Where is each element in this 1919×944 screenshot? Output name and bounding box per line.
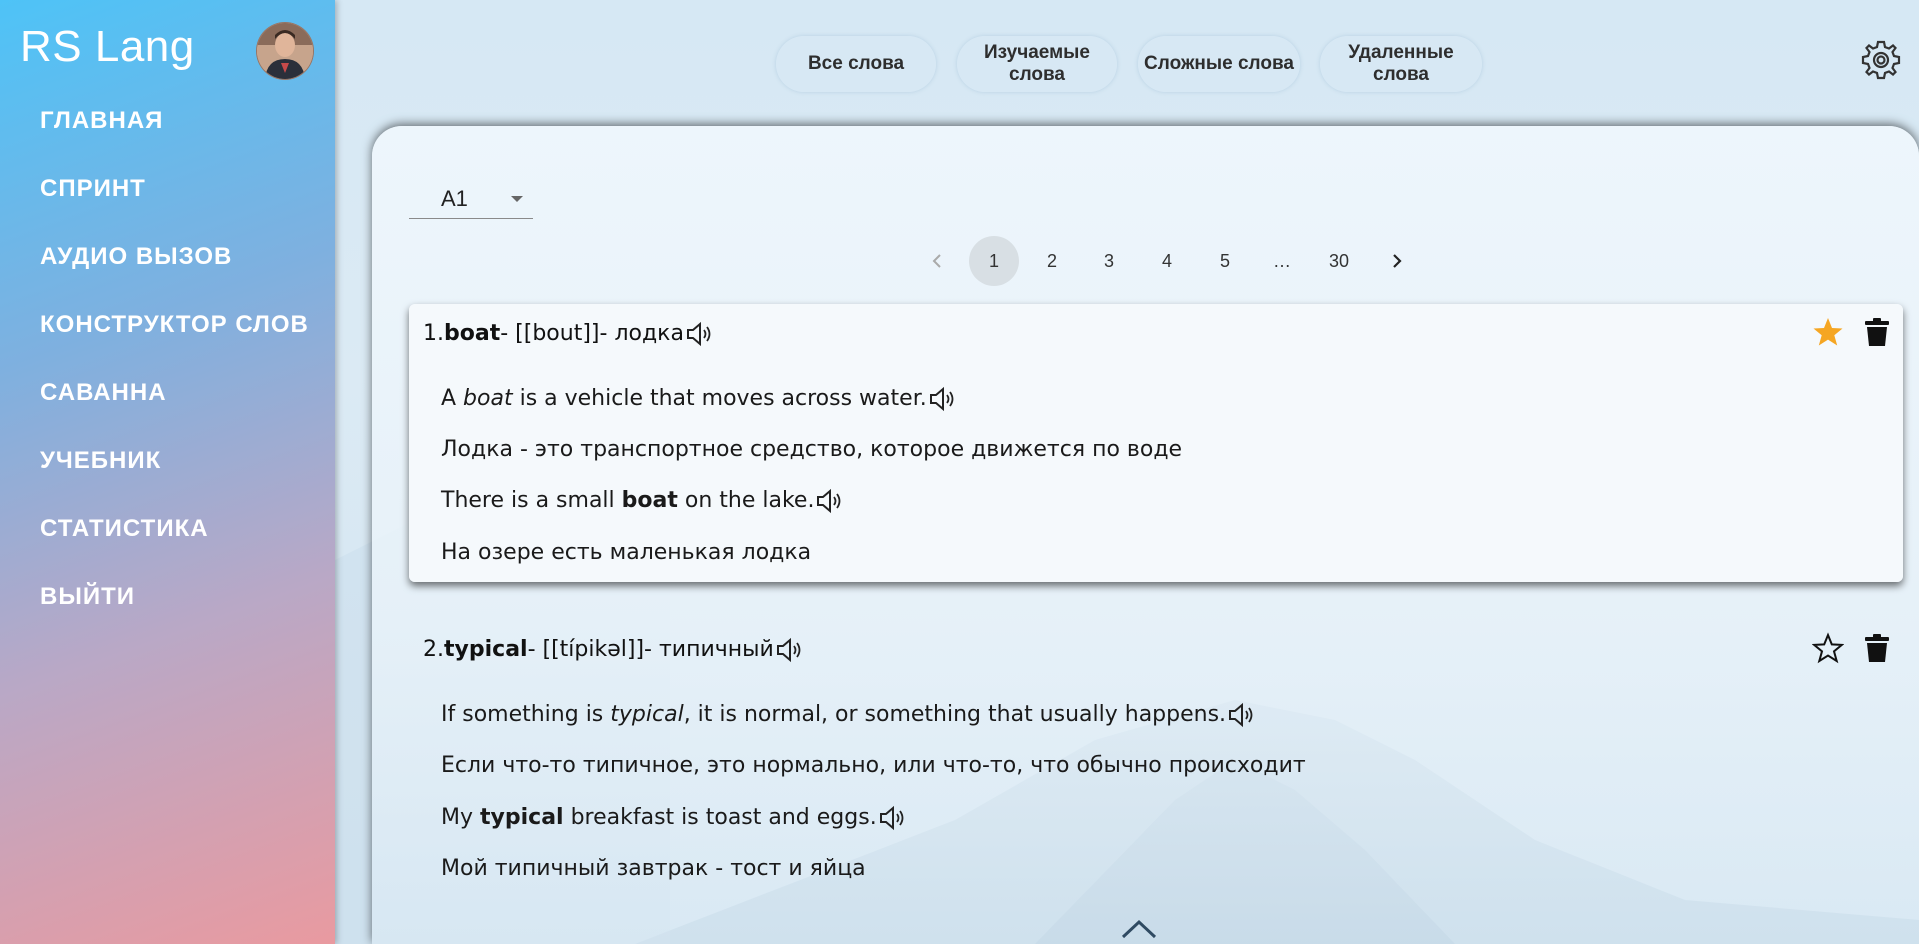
pagination-page-2[interactable]: 2 [1027,236,1077,286]
tab-all-words[interactable]: Все слова [776,36,936,92]
meaning-word: boat [463,386,513,411]
word-transcription: - [[bout]]- [500,321,615,346]
tab-learning-words[interactable]: Изучаемые слова [957,36,1117,92]
pagination-ellipsis: … [1273,250,1291,271]
meaning-word: typical [610,702,684,727]
word-card: 2.typical- [[típikəl]]- типичный If some… [409,620,1903,944]
word-meaning: If something is typical, it is normal, o… [441,702,1255,728]
meaning-text-post: is a vehicle that moves across water. [512,386,927,411]
example-text-post: on the lake. [677,488,815,513]
meaning-audio-speaker-icon[interactable] [1227,702,1255,728]
sidebar-nav: ГЛАВНАЯ СПРИНТ АУДИО ВЫЗОВ КОНСТРУКТОР С… [0,98,335,642]
meaning-text-pre: If something is [441,702,611,727]
word-audio-speaker-icon[interactable] [775,637,803,663]
chevron-right-icon [1393,254,1402,268]
word-text: boat [444,321,501,346]
scroll-up-chevron-icon[interactable] [1120,918,1158,940]
meaning-text-post: , it is normal, or something that usuall… [683,702,1227,727]
word-translation: типичный [658,637,774,662]
meaning-audio-speaker-icon[interactable] [928,386,956,412]
word-transcription: - [[típikəl]]- [527,637,659,662]
word-meaning: A boat is a vehicle that moves across wa… [441,386,956,412]
tab-difficult-words[interactable]: Сложные слова [1138,36,1300,92]
word-example: My typical breakfast is toast and eggs. [441,805,906,831]
sidebar-item-sprint[interactable]: СПРИНТ [0,166,335,234]
level-select-value: A1 [441,186,468,211]
sidebar-item-main[interactable]: ГЛАВНАЯ [0,98,335,166]
words-panel: A1 1 2 3 4 5 … 30 1.boat- [[bout]]- лодк… [372,126,1919,944]
sidebar: RS Lang ГЛАВНАЯ СПРИНТ АУДИО ВЫЗОВ КОНСТ… [0,0,335,944]
word-meaning-translation: Лодка - это транспортное средство, котор… [441,437,1183,462]
pagination-page-1[interactable]: 1 [969,236,1019,286]
word-example-translation: Мой типичный завтрак - тост и яйца [441,856,866,881]
sidebar-item-textbook[interactable]: УЧЕБНИК [0,438,335,506]
example-word: typical [480,805,564,830]
example-text-pre: My [441,805,480,830]
sidebar-item-statistics[interactable]: СТАТИСТИКА [0,506,335,574]
chevron-left-icon [932,254,941,268]
word-translation: лодка [614,321,684,346]
word-meaning-translation: Если что-то типичное, это нормально, или… [441,753,1306,778]
meaning-text-pre: A [441,386,464,411]
user-avatar-image [257,23,313,79]
sidebar-item-savanna[interactable]: САВАННА [0,370,335,438]
star-filled-icon[interactable] [1812,316,1844,348]
pagination-page-5[interactable]: 5 [1200,236,1250,286]
word-heading: 1.boat- [[bout]]- лодка [423,321,713,347]
word-text: typical [444,637,528,662]
example-text-post: breakfast is toast and eggs. [563,805,877,830]
sidebar-item-audio-challenge[interactable]: АУДИО ВЫЗОВ [0,234,335,302]
pagination-page-4[interactable]: 4 [1142,236,1192,286]
word-example: There is a small boat on the lake. [441,488,843,514]
star-outline-icon[interactable] [1812,632,1844,664]
example-text-pre: There is a small [441,488,622,513]
pagination-next-button[interactable] [1372,236,1422,286]
word-audio-speaker-icon[interactable] [685,321,713,347]
trash-icon[interactable] [1861,316,1893,348]
pagination-page-3[interactable]: 3 [1084,236,1134,286]
word-card: 1.boat- [[bout]]- лодка A boat is a vehi… [409,304,1903,582]
avatar[interactable] [256,22,314,80]
word-heading: 2.typical- [[típikəl]]- типичный [423,637,803,663]
word-number: 2. [423,637,444,662]
example-audio-speaker-icon[interactable] [815,488,843,514]
app-title: RS Lang [20,22,195,71]
sidebar-item-word-builder[interactable]: КОНСТРУКТОР СЛОВ [0,302,335,370]
chevron-down-icon [511,196,523,202]
example-audio-speaker-icon[interactable] [878,805,906,831]
settings-gear-icon[interactable] [1859,38,1903,82]
level-select[interactable]: A1 [409,178,533,219]
sidebar-item-logout[interactable]: ВЫЙТИ [0,574,335,642]
trash-icon[interactable] [1861,632,1893,664]
tab-deleted-words[interactable]: Удаленные слова [1320,36,1482,92]
word-example-translation: На озере есть маленькая лодка [441,540,812,565]
pagination-prev-button[interactable] [912,236,962,286]
pagination-page-last[interactable]: 30 [1314,236,1364,286]
example-word: boat [621,488,678,513]
word-number: 1. [423,321,444,346]
